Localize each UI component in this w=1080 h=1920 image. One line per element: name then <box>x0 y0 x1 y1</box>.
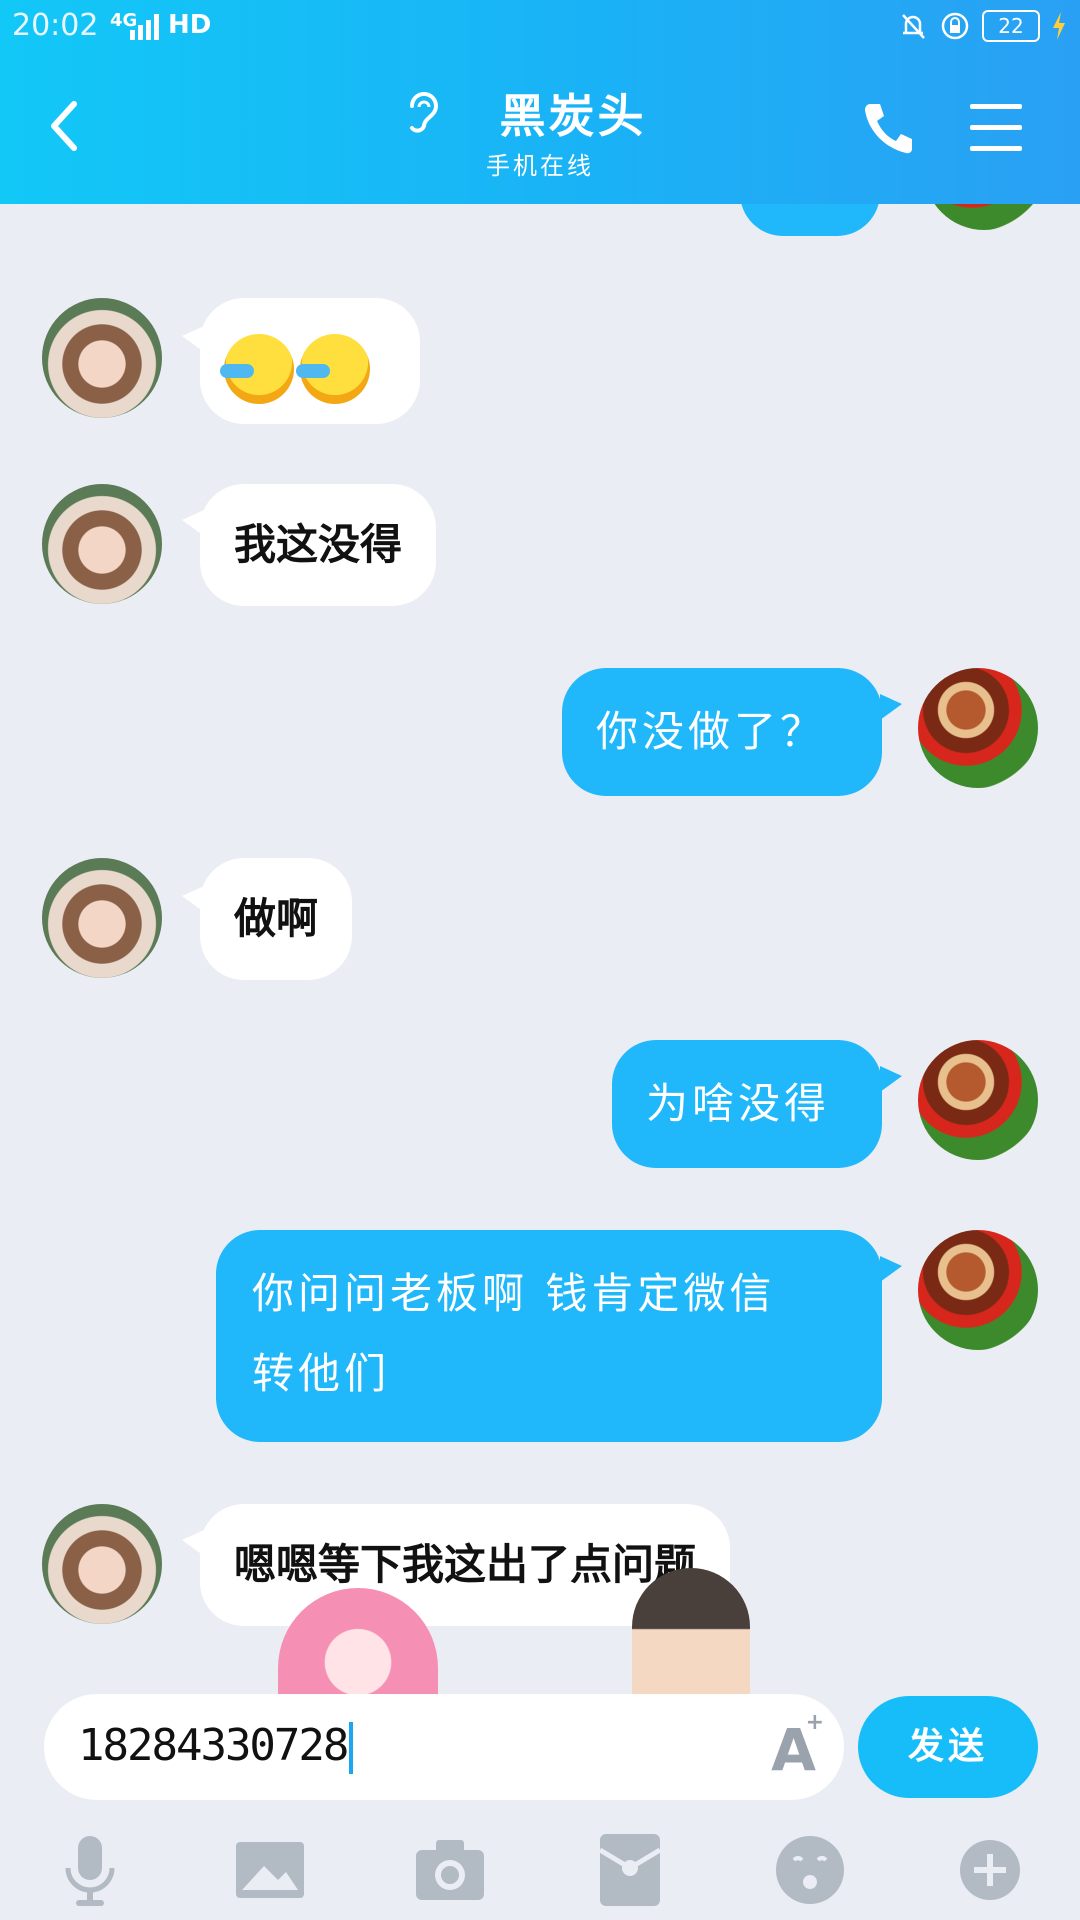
hd-badge: HD <box>168 10 212 40</box>
message-input[interactable]: 18284330728 A + <box>44 1694 844 1800</box>
contact-avatar[interactable] <box>42 858 162 978</box>
contact-avatar[interactable] <box>42 298 162 418</box>
anime-boy-sticker <box>632 1568 750 1694</box>
message-bubble-in[interactable]: 我这没得 <box>200 484 437 606</box>
mic-icon[interactable] <box>50 1830 130 1910</box>
signal-icon <box>130 14 160 44</box>
chat-title: 黑炭头 <box>499 89 647 143</box>
message-bubble-out[interactable]: 你问问老板啊 钱肯定微信 转他们 <box>216 1230 882 1442</box>
message-text: 我这没得 <box>234 520 403 569</box>
message-bubble-in[interactable]: 做啊 <box>200 858 353 980</box>
bubble-tail <box>880 1256 902 1282</box>
send-button[interactable]: 发送 <box>858 1696 1038 1798</box>
image-icon[interactable] <box>230 1830 310 1910</box>
emoji-icon[interactable] <box>770 1830 850 1910</box>
phone-call-icon[interactable] <box>862 100 914 156</box>
my-avatar[interactable] <box>918 1040 1038 1160</box>
message-input-value: 18284330728 <box>78 1720 354 1774</box>
status-icons: 22 <box>898 10 1066 42</box>
crying-emoji-icon <box>220 333 294 404</box>
crying-emoji-icon <box>296 333 370 404</box>
plus-icon[interactable] <box>950 1830 1030 1910</box>
mute-bell-icon <box>902 14 925 39</box>
online-status: 手机在线 <box>486 152 594 180</box>
font-style-icon[interactable]: A + <box>771 1710 824 1784</box>
bottom-toolbar <box>0 1820 1080 1920</box>
red-packet-icon[interactable] <box>590 1830 670 1910</box>
message-text: 为啥没得 <box>646 1079 831 1128</box>
my-avatar[interactable] <box>918 668 1038 788</box>
bubble-tail <box>880 1066 902 1092</box>
message-bubble-out[interactable]: 你没做了？ <box>562 668 882 796</box>
contact-avatar[interactable] <box>42 484 162 604</box>
message-text: 你问问老板啊 钱肯定微信 <box>252 1269 776 1318</box>
message-text: 嗯嗯等下我这出了点问题 <box>234 1540 697 1589</box>
status-time: 20:02 <box>12 8 99 43</box>
lock-rotation-icon <box>941 12 969 40</box>
menu-icon[interactable] <box>970 104 1022 151</box>
message-text: 做啊 <box>234 894 319 943</box>
charging-icon <box>1053 12 1065 40</box>
status-bar: 20:02 4G HD 22 <box>0 0 1080 56</box>
battery-level: 22 <box>982 10 1040 42</box>
chat-header: 20:02 4G HD 22 黑炭头 手机在线 <box>0 0 1080 204</box>
text-caret <box>349 1722 354 1774</box>
contact-avatar[interactable] <box>42 1504 162 1624</box>
message-text: 你没做了？ <box>596 707 827 756</box>
bubble-tail <box>880 694 902 720</box>
message-text-line2: 转他们 <box>252 1349 391 1398</box>
my-avatar[interactable] <box>918 1230 1038 1350</box>
message-bubble-in[interactable] <box>200 298 420 424</box>
camera-icon[interactable] <box>410 1830 490 1910</box>
message-bubble-out[interactable]: 为啥没得 <box>612 1040 882 1168</box>
